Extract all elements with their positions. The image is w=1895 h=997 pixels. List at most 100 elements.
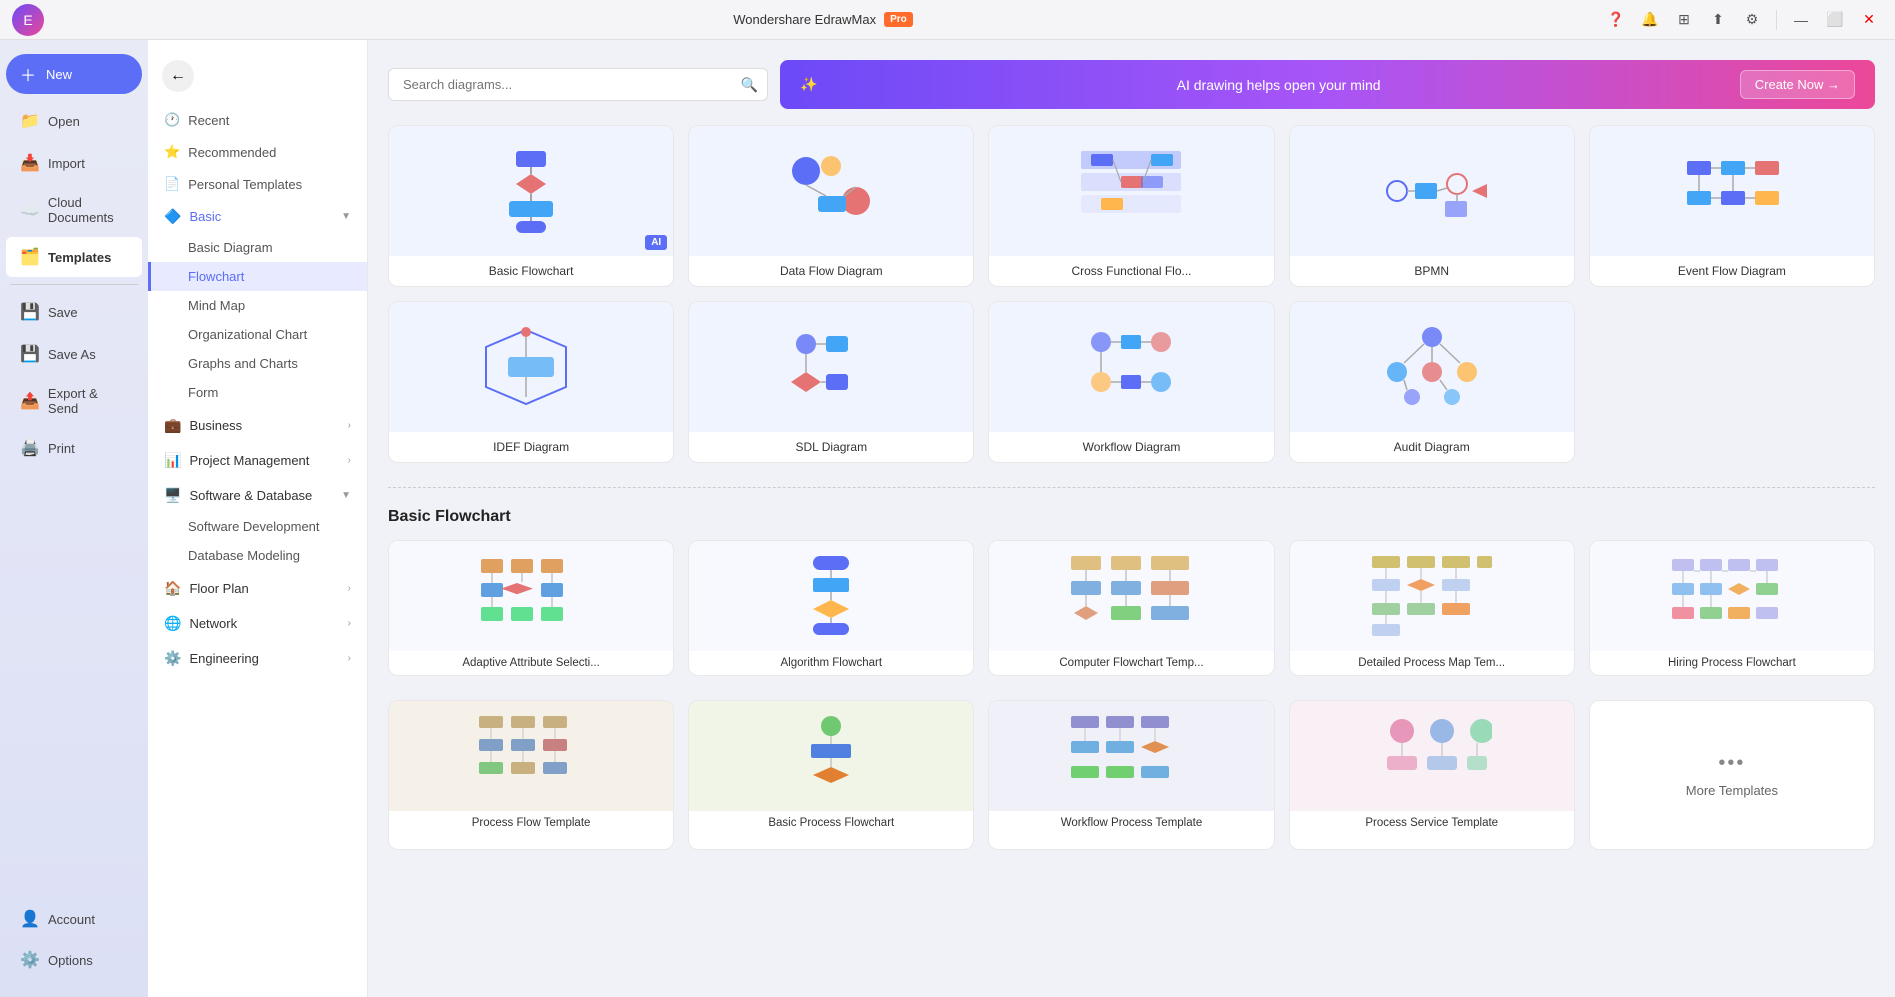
nav-engineering-label: Engineering — [189, 651, 258, 666]
nav-section-network-header[interactable]: 🌐 Network › — [148, 607, 367, 640]
template-label-t8: Workflow Process Template — [989, 811, 1273, 835]
diagram-type-card-idef[interactable]: IDEF Diagram — [388, 301, 674, 463]
sidebar-open-label: Open — [48, 114, 80, 129]
more-templates-card[interactable]: ••• More Templates — [1589, 700, 1875, 850]
nav-item-recent[interactable]: 🕐 Recent — [148, 104, 367, 136]
nav-floor-label: Floor Plan — [189, 581, 248, 596]
nav-sub-dbmodeling[interactable]: Database Modeling — [148, 541, 367, 570]
diagram-type-card-sdl[interactable]: SDL Diagram — [688, 301, 974, 463]
template-card-computer[interactable]: Computer Flowchart Temp... — [988, 540, 1274, 676]
nav-item-recommended[interactable]: ⭐ Recommended — [148, 136, 367, 168]
pro-badge: Pro — [884, 12, 913, 27]
sidebar-item-templates[interactable]: 🗂️ Templates — [6, 237, 142, 277]
software-icon: 🖥️ — [164, 487, 181, 504]
template-card-detailed-process[interactable]: Detailed Process Map Tem... — [1289, 540, 1575, 676]
event-flow-svg — [1677, 146, 1787, 236]
diagram-type-card-audit[interactable]: Audit Diagram — [1289, 301, 1575, 463]
sidebar-options-label: Options — [48, 953, 93, 968]
template-card-t9[interactable]: Process Service Template — [1289, 700, 1575, 850]
sidebar: ＋ New 📁 Open 📥 Import ☁️ Cloud Documents… — [0, 40, 148, 997]
template-card-t7[interactable]: Basic Process Flowchart — [688, 700, 974, 850]
nav-section-floor-header[interactable]: 🏠 Floor Plan › — [148, 572, 367, 605]
sidebar-item-cloud[interactable]: ☁️ Cloud Documents — [6, 185, 142, 235]
ai-banner-icon: ✨ — [800, 76, 817, 93]
nav-sub-form[interactable]: Form — [148, 378, 367, 407]
nav-sub-orgchart[interactable]: Organizational Chart — [148, 320, 367, 349]
sidebar-item-export[interactable]: 📤 Export & Send — [6, 376, 142, 426]
diagram-type-label-data-flow: Data Flow Diagram — [689, 256, 973, 286]
sidebar-item-account[interactable]: 👤 Account — [6, 899, 142, 939]
template-label-hiring: Hiring Process Flowchart — [1590, 651, 1874, 675]
template-card-t6[interactable]: Process Flow Template — [388, 700, 674, 850]
basic-icon: 🔷 — [164, 208, 181, 225]
nav-section-engineering-header[interactable]: ⚙️ Engineering › — [148, 642, 367, 675]
nav-software-subitems: Software Development Database Modeling — [148, 512, 367, 570]
nav-section-software-header[interactable]: 🖥️ Software & Database ▼ — [148, 479, 367, 512]
personal-icon: 📄 — [164, 176, 180, 192]
diagram-type-card-basic-flowchart[interactable]: AI Basic Flowchart — [388, 125, 674, 287]
diagram-type-card-event-flow[interactable]: Event Flow Diagram — [1589, 125, 1875, 287]
plus-icon: ＋ — [18, 62, 38, 86]
engineering-chevron: › — [348, 653, 351, 664]
template-card-t8[interactable]: Workflow Process Template — [988, 700, 1274, 850]
nav-section-basic: 🔷 Basic ▼ Basic Diagram Flowchart Mind M… — [148, 200, 367, 407]
sidebar-item-save[interactable]: 💾 Save — [6, 292, 142, 332]
network-chevron: › — [348, 618, 351, 629]
business-chevron: › — [348, 420, 351, 431]
sidebar-item-saveas[interactable]: 💾 Save As — [6, 334, 142, 374]
minimize-btn[interactable]: — — [1787, 6, 1815, 34]
nav-section-business: 💼 Business › — [148, 409, 367, 442]
sidebar-item-import[interactable]: 📥 Import — [6, 143, 142, 183]
title-bar-center: Wondershare EdrawMax Pro — [733, 12, 913, 27]
template-label-algorithm: Algorithm Flowchart — [689, 651, 973, 675]
template-label-computer: Computer Flowchart Temp... — [989, 651, 1273, 675]
diagram-type-img-workflow — [989, 302, 1273, 432]
flowchart-template-grid: Adaptive Attribute Selecti... Algorithm — [388, 540, 1875, 676]
nav-sub-flowchart[interactable]: Flowchart — [148, 262, 367, 291]
flowchart-template-grid-2: Process Flow Template Basic Process Flow… — [388, 700, 1875, 850]
nav-software-label: Software & Database — [189, 488, 312, 503]
nav-sub-graphs[interactable]: Graphs and Charts — [148, 349, 367, 378]
template-label-t6: Process Flow Template — [389, 811, 673, 835]
nav-section-basic-header[interactable]: 🔷 Basic ▼ — [148, 200, 367, 233]
export-icon: 📤 — [20, 391, 40, 411]
bell-btn[interactable]: 🔔 — [1636, 6, 1664, 34]
nav-sub-softwaredev[interactable]: Software Development — [148, 512, 367, 541]
diagram-type-card-bpmn[interactable]: BPMN — [1289, 125, 1575, 287]
back-button[interactable]: ← — [162, 60, 194, 92]
template-img-detailed-process — [1290, 541, 1574, 651]
close-btn[interactable]: ✕ — [1855, 6, 1883, 34]
sidebar-item-open[interactable]: 📁 Open — [6, 101, 142, 141]
share-btn[interactable]: ⬆ — [1704, 6, 1732, 34]
nav-sub-mindmap[interactable]: Mind Map — [148, 291, 367, 320]
nav-item-personal[interactable]: 📄 Personal Templates — [148, 168, 367, 200]
sidebar-item-print[interactable]: 🖨️ Print — [6, 428, 142, 468]
ai-banner: ✨ AI drawing helps open your mind Create… — [780, 60, 1875, 109]
ai-create-now-button[interactable]: Create Now → — [1740, 70, 1855, 99]
nav-section-business-header[interactable]: 💼 Business › — [148, 409, 367, 442]
nav-sub-basic-diagram[interactable]: Basic Diagram — [148, 233, 367, 262]
search-input[interactable] — [388, 68, 768, 101]
diagram-type-card-data-flow[interactable]: Data Flow Diagram — [688, 125, 974, 287]
template-card-adaptive[interactable]: Adaptive Attribute Selecti... — [388, 540, 674, 676]
sidebar-cloud-label: Cloud Documents — [48, 195, 128, 225]
help-btn[interactable]: ❓ — [1602, 6, 1630, 34]
diagram-type-card-cross-functional[interactable]: Cross Functional Flo... — [988, 125, 1274, 287]
account-icon: 👤 — [20, 909, 40, 929]
template-card-algorithm[interactable]: Algorithm Flowchart — [688, 540, 974, 676]
t7-svg — [781, 711, 881, 801]
template-card-hiring[interactable]: Hiring Process Flowchart — [1589, 540, 1875, 676]
settings-btn[interactable]: ⚙ — [1738, 6, 1766, 34]
nav-section-project-header[interactable]: 📊 Project Management › — [148, 444, 367, 477]
diagram-type-card-workflow[interactable]: Workflow Diagram — [988, 301, 1274, 463]
sidebar-item-options[interactable]: ⚙️ Options — [6, 940, 142, 980]
grid-btn[interactable]: ⊞ — [1670, 6, 1698, 34]
nav-tree: ← 🕐 Recent ⭐ Recommended 📄 Personal Temp… — [148, 40, 368, 997]
back-btn-wrap[interactable]: ← — [148, 52, 367, 104]
maximize-btn[interactable]: ⬜ — [1821, 6, 1849, 34]
search-button[interactable]: 🔍 — [741, 76, 758, 93]
nav-basic-subitems: Basic Diagram Flowchart Mind Map Organiz… — [148, 233, 367, 407]
divider — [1776, 10, 1777, 30]
sidebar-item-new[interactable]: ＋ New — [6, 54, 142, 94]
diagram-type-img-bpmn — [1290, 126, 1574, 256]
